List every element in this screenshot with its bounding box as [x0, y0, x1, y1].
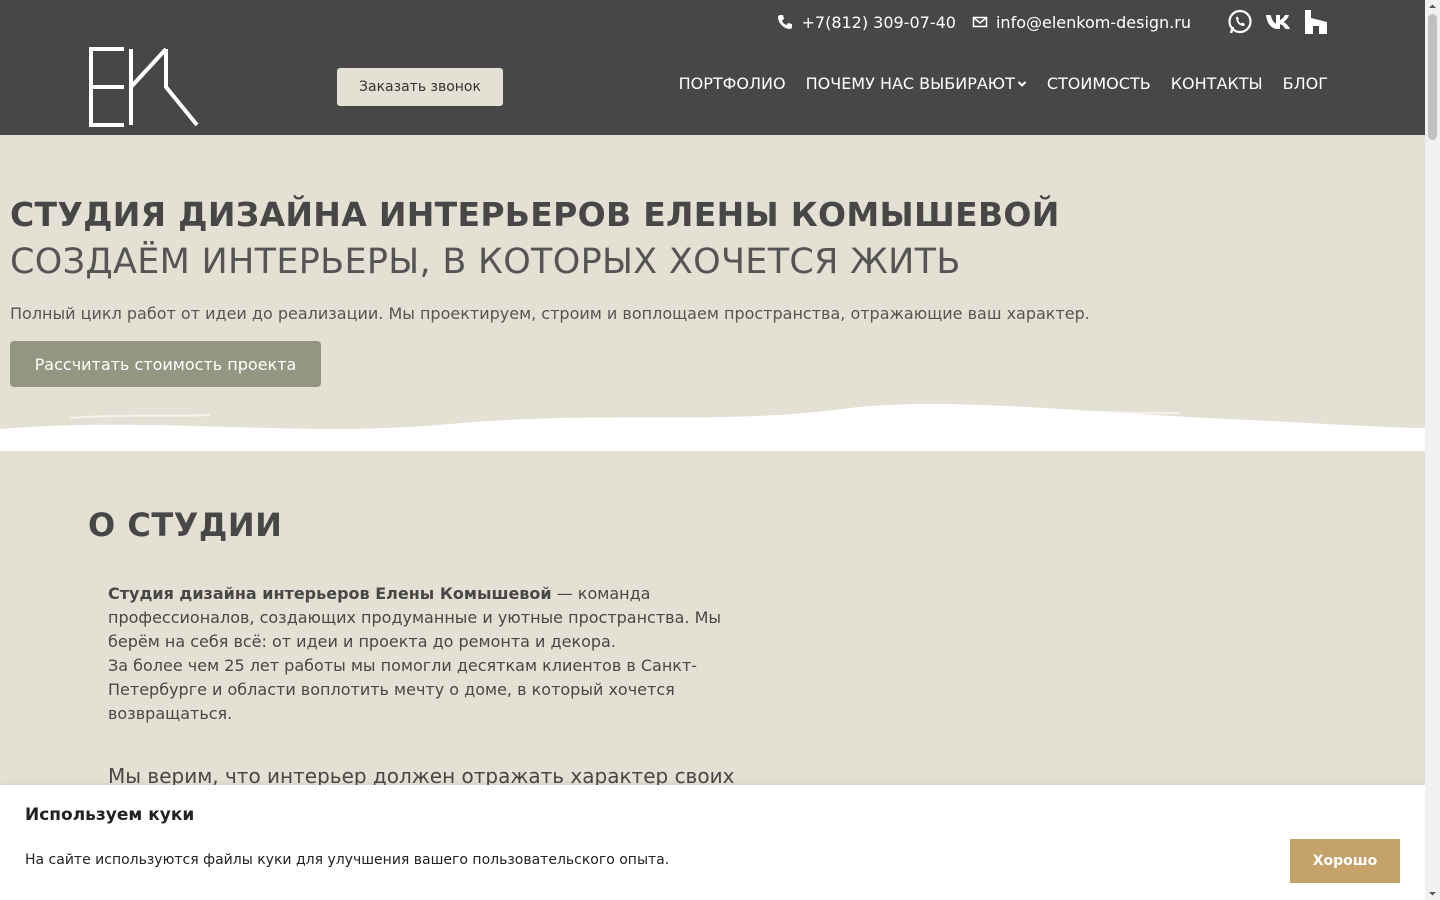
hero-title: СТУДИЯ ДИЗАЙНА ИНТЕРЬЕРОВ ЕЛЕНЫ КОМЫШЕВО…: [10, 195, 1060, 234]
cookie-accept-button[interactable]: Хорошо: [1290, 839, 1400, 883]
hero-subtitle: СОЗДАЁМ ИНТЕРЬЕРЫ, В КОТОРЫХ ХОЧЕТСЯ ЖИТ…: [10, 242, 961, 282]
scroll-up-icon[interactable]: [1428, 2, 1437, 11]
wave-divider: [0, 403, 1425, 451]
about-paragraph-2: За более чем 25 лет работы мы помогли де…: [108, 656, 698, 723]
scroll-down-icon[interactable]: [1428, 889, 1437, 898]
social-links: [1215, 9, 1329, 35]
site-header: +7(812) 309-07-40 info@elenkom-design.ru…: [0, 0, 1425, 135]
phone-text: +7(812) 309-07-40: [801, 12, 956, 32]
chevron-down-icon: [1017, 79, 1027, 89]
nav-item-portfolio[interactable]: ПОРТФОЛИО: [679, 74, 786, 93]
email-text: info@elenkom-design.ru: [995, 12, 1191, 32]
houzz-icon[interactable]: [1303, 9, 1329, 35]
phone-icon: [777, 14, 793, 30]
about-paragraph-1: Студия дизайна интерьеров Елены Комышево…: [108, 584, 722, 651]
about-title: О СТУДИИ: [88, 506, 283, 544]
callback-button[interactable]: Заказать звонок: [337, 68, 503, 106]
email-link[interactable]: info@elenkom-design.ru: [972, 13, 1191, 32]
main-nav: ПОРТФОЛИО ПОЧЕМУ НАС ВЫБИРАЮТ СТОИМОСТЬ …: [659, 74, 1328, 93]
vk-icon[interactable]: [1265, 9, 1291, 35]
top-contact-bar: +7(812) 309-07-40 info@elenkom-design.ru: [777, 9, 1329, 35]
about-strong: Студия дизайна интерьеров Елены Комышево…: [108, 584, 552, 603]
hero-lead: Полный цикл работ от идеи до реализации.…: [10, 304, 1090, 323]
envelope-icon: [972, 14, 988, 30]
nav-item-contacts[interactable]: КОНТАКТЫ: [1171, 74, 1263, 93]
logo[interactable]: [86, 44, 202, 130]
phone-link[interactable]: +7(812) 309-07-40: [777, 13, 956, 32]
nav-item-pricing[interactable]: СТОИМОСТЬ: [1047, 74, 1151, 93]
scrollbar[interactable]: [1425, 0, 1440, 900]
whatsapp-icon[interactable]: [1227, 9, 1253, 35]
cookie-title: Используем куки: [25, 805, 195, 825]
scrollbar-thumb[interactable]: [1428, 14, 1437, 140]
about-text: Студия дизайна интерьеров Елены Комышево…: [108, 582, 738, 726]
nav-item-blog[interactable]: БЛОГ: [1283, 74, 1328, 93]
cookie-text: На сайте используются файлы куки для улу…: [25, 852, 670, 868]
cookie-banner: Используем куки На сайте используются фа…: [0, 785, 1425, 900]
calculate-cost-button[interactable]: Рассчитать стоимость проекта: [10, 341, 321, 387]
nav-item-why-us[interactable]: ПОЧЕМУ НАС ВЫБИРАЮТ: [806, 74, 1027, 93]
